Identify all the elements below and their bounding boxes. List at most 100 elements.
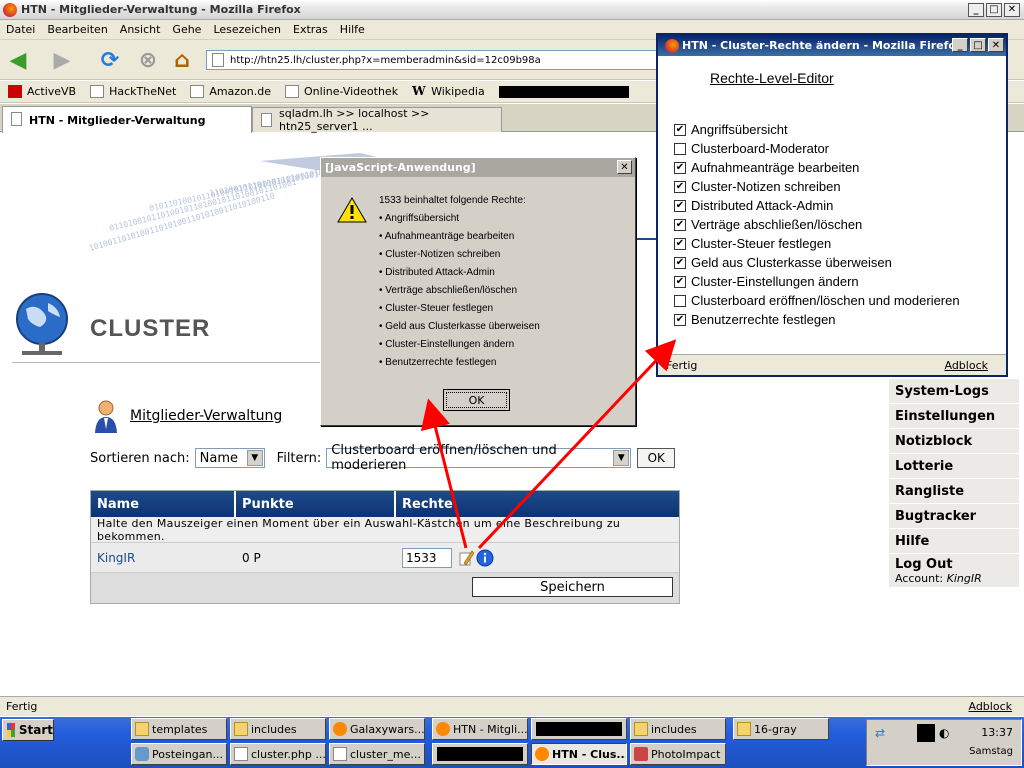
- menu-logout[interactable]: Log Out Account: KingIR: [889, 554, 1019, 588]
- checkbox[interactable]: ✔: [674, 161, 686, 174]
- task-galaxywars[interactable]: Galaxywars...: [329, 718, 425, 740]
- tab-sqladm[interactable]: sqladm.lh >> localhost >> htn25_server1 …: [252, 107, 502, 133]
- home-icon[interactable]: ⌂: [168, 46, 196, 74]
- rights-checkbox-row[interactable]: ✔ Cluster-Einstellungen ändern: [674, 272, 960, 291]
- checkbox[interactable]: [674, 142, 686, 155]
- tab-mitglieder-verwaltung[interactable]: HTN - Mitglieder-Verwaltung: [2, 106, 252, 133]
- task-includes[interactable]: includes: [230, 718, 326, 740]
- menu-gehe[interactable]: Gehe: [172, 23, 201, 36]
- checkbox[interactable]: ✔: [674, 237, 686, 250]
- alert-ok-button[interactable]: OK: [443, 389, 510, 411]
- adblock-button[interactable]: Adblock: [968, 700, 1012, 713]
- rights-checkbox-row[interactable]: ✔ Angriffsübersicht: [674, 120, 960, 139]
- checkbox[interactable]: ✔: [674, 180, 686, 193]
- menu-ansicht[interactable]: Ansicht: [120, 23, 161, 36]
- task-cluster-php[interactable]: cluster.php ...: [230, 743, 326, 765]
- task-posteingang[interactable]: Posteingan...: [131, 743, 227, 765]
- menu-lesezeichen[interactable]: Lesezeichen: [213, 23, 281, 36]
- alert-item: • Angriffsübersicht: [379, 213, 460, 224]
- info-icon[interactable]: [476, 549, 494, 567]
- checkbox[interactable]: [674, 294, 686, 307]
- network-icon[interactable]: ⇄: [875, 726, 885, 740]
- minimize-button[interactable]: _: [968, 3, 984, 17]
- bookmark-online-videothek[interactable]: Online-Videothek: [285, 85, 398, 98]
- activevb-icon: [8, 85, 22, 98]
- checkbox[interactable]: ✔: [674, 256, 686, 269]
- sort-select[interactable]: Name ▼: [194, 448, 265, 468]
- rights-input[interactable]: 1533: [402, 547, 452, 568]
- url-bar[interactable]: http://htn25.lh/cluster.php?x=memberadmi…: [206, 50, 661, 70]
- save-bar: Speichern: [91, 573, 679, 603]
- task-templates[interactable]: templates: [131, 718, 227, 740]
- task-htn-mitglieder[interactable]: HTN - Mitgli...: [432, 718, 528, 740]
- rights-checkbox-row[interactable]: ✔ Aufnahmeanträge bearbeiten: [674, 158, 960, 177]
- system-tray: ⇄ ◐ 13:37 Samstag: [866, 719, 1022, 766]
- alert-item-text: Benutzerrechte festlegen: [385, 357, 497, 368]
- popup-adblock-button[interactable]: Adblock: [944, 359, 988, 372]
- menu-extras[interactable]: Extras: [293, 23, 328, 36]
- maximize-button[interactable]: □: [970, 38, 986, 52]
- popup-titlebar: HTN - Cluster-Rechte ändern - Mozilla Fi…: [658, 35, 1006, 56]
- photoimpact-icon: [634, 747, 648, 761]
- save-button[interactable]: Speichern: [472, 577, 673, 597]
- checkbox[interactable]: ✔: [674, 123, 686, 136]
- checkbox[interactable]: ✔: [674, 218, 686, 231]
- close-icon[interactable]: ✕: [617, 160, 632, 174]
- checkbox[interactable]: ✔: [674, 199, 686, 212]
- task-16-gray[interactable]: 16-gray: [733, 718, 829, 740]
- task-includes-2[interactable]: includes: [630, 718, 726, 740]
- menu-einstellungen[interactable]: Einstellungen: [889, 404, 1019, 429]
- menu-lotterie[interactable]: Lotterie: [889, 454, 1019, 479]
- rights-checkbox-row[interactable]: ✔ Geld aus Clusterkasse überweisen: [674, 253, 960, 272]
- filter-ok-button[interactable]: OK: [637, 448, 676, 468]
- alert-title: [JavaScript-Anwendung]: [325, 161, 476, 174]
- menu-datei[interactable]: Datei: [6, 23, 35, 36]
- rights-checkbox-row[interactable]: ✔ Verträge abschließen/löschen: [674, 215, 960, 234]
- forward-arrow-icon[interactable]: ▶: [48, 46, 76, 74]
- member-name-link[interactable]: KingIR: [91, 543, 236, 572]
- menu-bearbeiten[interactable]: Bearbeiten: [47, 23, 107, 36]
- rights-checkbox-row[interactable]: ✔ Benutzerrechte festlegen: [674, 310, 960, 329]
- url-text: http://htn25.lh/cluster.php?x=memberadmi…: [230, 54, 541, 66]
- bookmark-hackthenet[interactable]: HackTheNet: [90, 85, 176, 98]
- back-arrow-icon[interactable]: ◀: [4, 46, 32, 74]
- menu-system-logs[interactable]: System-Logs: [889, 379, 1019, 404]
- close-button[interactable]: ✕: [1004, 3, 1020, 17]
- section-title[interactable]: Mitglieder-Verwaltung: [130, 408, 282, 424]
- bookmark-wikipedia[interactable]: W Wikipedia: [412, 85, 485, 99]
- file-icon: [333, 747, 347, 761]
- task-cluster-me[interactable]: cluster_me...: [329, 743, 425, 765]
- maximize-button[interactable]: □: [986, 3, 1002, 17]
- edit-pencil-icon[interactable]: [458, 549, 474, 567]
- close-icon[interactable]: ✕: [988, 38, 1004, 52]
- start-button[interactable]: Start: [2, 719, 54, 741]
- menu-hilfe[interactable]: Hilfe: [340, 23, 365, 36]
- account-name: KingIR: [946, 571, 982, 585]
- menu-bugtracker[interactable]: Bugtracker: [889, 504, 1019, 529]
- rights-checkbox-row[interactable]: Clusterboard eröffnen/löschen und moderi…: [674, 291, 960, 310]
- rights-checkbox-row[interactable]: Clusterboard-Moderator: [674, 139, 960, 158]
- bookmark-amazon[interactable]: Amazon.de: [190, 85, 271, 98]
- menu-rangliste[interactable]: Rangliste: [889, 479, 1019, 504]
- weekday: Samstag: [969, 746, 1013, 757]
- bookmark-activevb[interactable]: ActiveVB: [8, 85, 76, 98]
- filter-select-value: Clusterboard eröffnen/löschen und moderi…: [331, 443, 557, 473]
- minimize-button[interactable]: _: [952, 38, 968, 52]
- task-redacted-2[interactable]: [432, 743, 528, 765]
- menu-notizblock[interactable]: Notizblock: [889, 429, 1019, 454]
- task-photoimpact[interactable]: PhotoImpact: [630, 743, 726, 765]
- file-icon: [234, 747, 248, 761]
- rights-checkbox-row[interactable]: ✔ Cluster-Notizen schreiben: [674, 177, 960, 196]
- rights-checkbox-row[interactable]: ✔ Distributed Attack-Admin: [674, 196, 960, 215]
- rights-checkbox-row[interactable]: ✔ Cluster-Steuer festlegen: [674, 234, 960, 253]
- rights-checkbox-list: ✔ Angriffsübersicht Clusterboard-Moderator…: [674, 120, 960, 329]
- filter-select[interactable]: Clusterboard eröffnen/löschen und moderi…: [326, 443, 632, 473]
- task-htn-clus[interactable]: HTN - Clus...: [531, 743, 627, 765]
- speaker-icon[interactable]: ◐: [939, 726, 949, 740]
- task-redacted[interactable]: [531, 718, 627, 740]
- checkbox[interactable]: ✔: [674, 313, 686, 326]
- reload-icon[interactable]: ⟳: [96, 46, 124, 74]
- checkbox[interactable]: ✔: [674, 275, 686, 288]
- menu-hilfe-page[interactable]: Hilfe: [889, 529, 1019, 554]
- stop-icon[interactable]: ⊗: [134, 46, 162, 74]
